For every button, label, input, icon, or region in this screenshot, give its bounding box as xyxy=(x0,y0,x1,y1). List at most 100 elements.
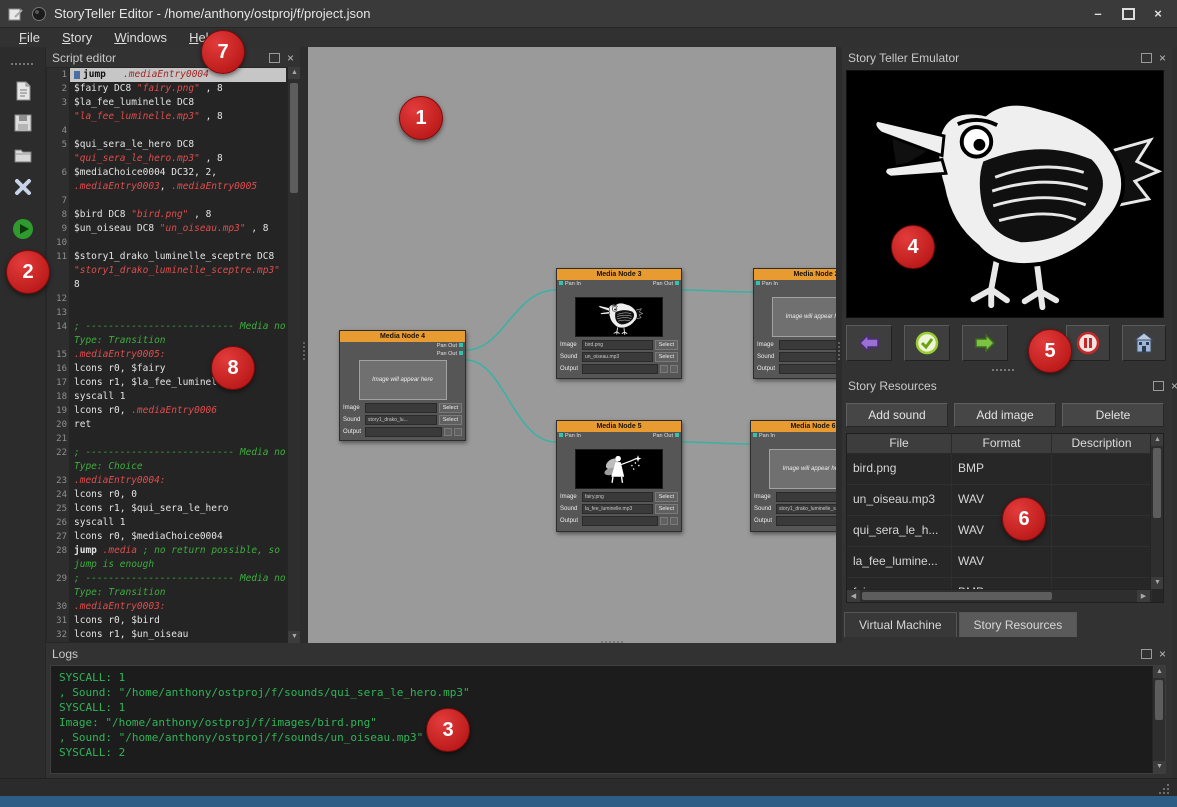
code-line[interactable]: 13 xyxy=(47,306,286,320)
select-button[interactable]: Select xyxy=(439,403,462,413)
close-project-button[interactable] xyxy=(7,172,39,202)
scroll-up-icon[interactable]: ▲ xyxy=(1153,666,1166,678)
splitter-handle[interactable] xyxy=(838,342,840,344)
splitter-handle[interactable] xyxy=(303,342,305,344)
resize-grip[interactable] xyxy=(1167,784,1169,786)
column-header-file[interactable]: File xyxy=(847,434,952,453)
code-line[interactable]: 21 xyxy=(47,432,286,446)
code-line[interactable]: "qui_sera_le_hero.mp3" , 8 xyxy=(47,152,286,166)
input-port[interactable]: Pan In xyxy=(756,281,778,288)
scroll-thumb[interactable] xyxy=(1153,448,1161,518)
code-scrollbar[interactable]: ▲ ▼ xyxy=(287,67,300,643)
code-line[interactable]: Type: Transition xyxy=(47,334,286,348)
table-row[interactable]: bird.pngBMP xyxy=(847,454,1163,485)
table-hscrollbar[interactable]: ◀ ▶ xyxy=(847,589,1150,602)
code-line[interactable]: jump is enough xyxy=(47,558,286,572)
forward-button[interactable] xyxy=(962,325,1008,361)
pause-button[interactable] xyxy=(1066,325,1110,361)
output-port[interactable]: Pan Out xyxy=(437,351,463,358)
code-line[interactable]: 12 xyxy=(47,292,286,306)
media-node[interactable]: Media Node 6Pan InPan OutImage will appe… xyxy=(750,420,836,532)
code-line[interactable]: Type: Transition xyxy=(47,586,286,600)
menu-file[interactable]: File xyxy=(10,28,49,47)
menu-windows[interactable]: Windows xyxy=(105,28,176,47)
media-node[interactable]: Media Node 4Pan OutPan OutImage will app… xyxy=(339,330,466,441)
code-line[interactable]: 7 xyxy=(47,194,286,208)
code-line[interactable]: .mediaEntry0003, .mediaEntry0005 xyxy=(47,180,286,194)
menu-story[interactable]: Story xyxy=(53,28,101,47)
code-line[interactable]: 18syscall 1 xyxy=(47,390,286,404)
node-title[interactable]: Media Node 2 xyxy=(754,269,836,280)
code-line[interactable]: 24lcons r0, 0 xyxy=(47,488,286,502)
code-line[interactable]: 20ret xyxy=(47,418,286,432)
output-option-button[interactable] xyxy=(444,428,452,436)
save-button[interactable] xyxy=(7,108,39,138)
code-line[interactable]: Type: Choice xyxy=(47,460,286,474)
float-panel-icon[interactable] xyxy=(269,53,280,63)
output-option-button[interactable] xyxy=(454,428,462,436)
code-line[interactable]: 8 xyxy=(47,278,286,292)
code-line[interactable]: 5$qui_sera_le_hero DC8 xyxy=(47,138,286,152)
open-project-button[interactable] xyxy=(7,140,39,170)
close-panel-icon[interactable]: × xyxy=(1159,52,1166,64)
node-title[interactable]: Media Node 4 xyxy=(340,331,465,342)
code-line[interactable]: 30.mediaEntry0003: xyxy=(47,600,286,614)
minimize-button[interactable]: – xyxy=(1085,5,1111,23)
scroll-thumb[interactable] xyxy=(1155,680,1163,720)
media-node[interactable]: Media Node 5Pan InPan OutImagefairy.pngS… xyxy=(556,420,682,532)
scroll-down-icon[interactable]: ▼ xyxy=(1153,761,1166,773)
code-line[interactable]: 10 xyxy=(47,236,286,250)
input-port[interactable]: Pan In xyxy=(559,433,581,440)
output-port[interactable]: Pan Out xyxy=(653,281,679,288)
column-header-format[interactable]: Format xyxy=(952,434,1052,453)
code-line[interactable]: 29; -------------------------- Media nod… xyxy=(47,572,286,586)
scroll-down-icon[interactable]: ▼ xyxy=(1151,577,1164,589)
delete-button[interactable]: Delete xyxy=(1062,403,1164,427)
select-button[interactable]: Select xyxy=(439,415,462,425)
code-line[interactable]: "story1_drako_luminelle_sceptre.mp3" , xyxy=(47,264,286,278)
scroll-left-icon[interactable]: ◀ xyxy=(847,590,860,603)
input-port[interactable]: Pan In xyxy=(559,281,581,288)
code-line[interactable]: 32lcons r1, $un_oiseau xyxy=(47,628,286,642)
code-line[interactable]: 9$un_oiseau DC8 "un_oiseau.mp3" , 8 xyxy=(47,222,286,236)
output-option-button[interactable] xyxy=(670,365,678,373)
splitter-handle[interactable] xyxy=(992,369,994,371)
code-line[interactable]: 1jump .mediaEntry0004 xyxy=(47,68,286,82)
output-option-button[interactable] xyxy=(660,517,668,525)
media-node[interactable]: Media Node 2Pan InPan OutImage will appe… xyxy=(753,268,836,379)
code-line[interactable]: 31lcons r0, $bird xyxy=(47,614,286,628)
select-button[interactable]: Select xyxy=(655,352,678,362)
select-button[interactable]: Select xyxy=(655,504,678,514)
code-line[interactable]: "la_fee_luminelle.mp3" , 8 xyxy=(47,110,286,124)
float-panel-icon[interactable] xyxy=(1153,381,1164,391)
toolbar-handle[interactable] xyxy=(11,63,13,65)
splitter-left[interactable] xyxy=(300,47,308,643)
table-vscrollbar[interactable]: ▲ ▼ xyxy=(1150,434,1163,589)
scroll-right-icon[interactable]: ▶ xyxy=(1137,590,1150,603)
code-line[interactable]: 25lcons r1, $qui_sera_le_hero xyxy=(47,502,286,516)
select-button[interactable]: Select xyxy=(655,340,678,350)
code-line[interactable]: 28jump .media ; no return possible, so a xyxy=(47,544,286,558)
code-line[interactable]: 19lcons r0, .mediaEntry0006 xyxy=(47,404,286,418)
home-button[interactable] xyxy=(1122,325,1166,361)
node-graph-canvas[interactable]: Media Node 4Pan OutPan OutImage will app… xyxy=(308,47,836,643)
node-title[interactable]: Media Node 3 xyxy=(557,269,681,280)
output-port[interactable]: Pan Out xyxy=(653,433,679,440)
code-line[interactable]: 26syscall 1 xyxy=(47,516,286,530)
logs-scrollbar[interactable]: ▲ ▼ xyxy=(1152,666,1165,773)
scroll-up-icon[interactable]: ▲ xyxy=(1151,434,1164,446)
close-panel-icon[interactable]: × xyxy=(1159,648,1166,660)
input-port[interactable]: Pan In xyxy=(753,433,775,440)
code-line[interactable]: 14; -------------------------- Media nod… xyxy=(47,320,286,334)
close-button[interactable]: × xyxy=(1145,5,1171,23)
scroll-thumb[interactable] xyxy=(862,592,1052,600)
node-title[interactable]: Media Node 6 xyxy=(751,421,836,432)
run-story-button[interactable] xyxy=(7,214,39,244)
code-line[interactable]: 8$bird DC8 "bird.png" , 8 xyxy=(47,208,286,222)
code-line[interactable]: 4 xyxy=(47,124,286,138)
code-line[interactable]: 2$fairy DC8 "fairy.png" , 8 xyxy=(47,82,286,96)
accept-button[interactable] xyxy=(904,325,950,361)
tab-virtual-machine[interactable]: Virtual Machine xyxy=(844,612,957,637)
node-title[interactable]: Media Node 5 xyxy=(557,421,681,432)
code-line[interactable]: 22; -------------------------- Media nod… xyxy=(47,446,286,460)
